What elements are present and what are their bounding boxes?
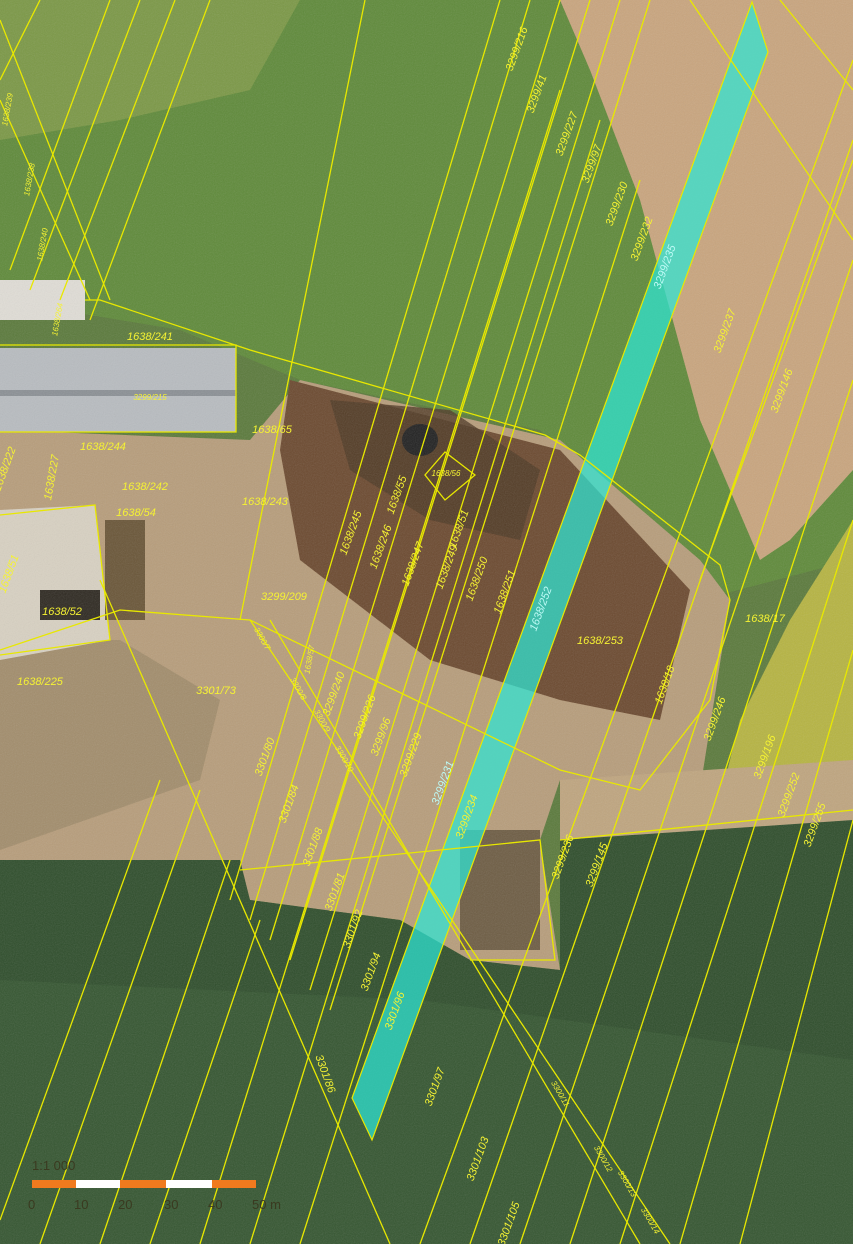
scale-tick-label: 0	[28, 1197, 35, 1212]
parcel-label[interactable]: 1638/241	[127, 331, 173, 343]
scale-tick-label: 30	[164, 1197, 178, 1212]
parcel-label[interactable]: 1638/54	[116, 507, 156, 519]
parcel-label[interactable]: 1638/225	[17, 676, 64, 688]
scale-tick-label: 10	[74, 1197, 88, 1212]
parcel-label[interactable]: 1638/244	[80, 441, 126, 453]
scale-tick-label: 50 m	[252, 1197, 281, 1212]
parcel-label[interactable]: 1638/56	[432, 469, 461, 478]
parcel-label[interactable]: 1638/243	[242, 496, 289, 508]
map-canvas[interactable]: 3299/2163299/413299/2273299/973299/23032…	[0, 0, 853, 1244]
scale-tick-label: 20	[118, 1197, 132, 1212]
parcel-label[interactable]: 1638/65	[252, 424, 293, 436]
scale-ratio-label: 1:1 000	[32, 1158, 75, 1173]
parcel-label[interactable]: 1638/253	[577, 635, 624, 647]
cadastral-map[interactable]: 3299/216 3299/41 3299/227 3299/97 3299/230 32…	[0, 0, 853, 1244]
parcel-label[interactable]: 1638/17	[745, 613, 786, 625]
parcel-label[interactable]: 3299/209	[261, 591, 307, 603]
parcel-label[interactable]: 1638/242	[122, 481, 168, 493]
scale-tick-label: 40	[208, 1197, 222, 1212]
parcel-label[interactable]: 3299/215	[133, 393, 167, 402]
parcel-label[interactable]: 3301/73	[196, 685, 237, 697]
parcel-label[interactable]: 1638/52	[42, 606, 82, 618]
